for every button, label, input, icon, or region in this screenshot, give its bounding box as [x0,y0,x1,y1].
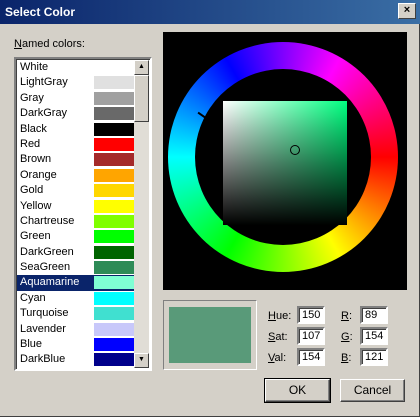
arrow-down-icon: ▼ [138,356,145,363]
list-item[interactable]: DarkGreen [17,245,136,260]
red-label: R: [341,310,353,322]
blue-field[interactable]: 121 [360,348,388,366]
list-item[interactable]: Gray [17,91,136,106]
color-name: Gray [20,91,44,104]
saturation-value-square[interactable] [223,101,347,225]
green-label: G: [341,331,353,343]
close-button[interactable]: × [398,3,416,19]
color-name: DarkGray [20,107,68,120]
color-name: SeaGreen [20,261,71,274]
color-name: White [20,61,49,73]
color-name: LightGray [20,76,68,89]
color-name: Black [20,122,47,135]
color-swatch [94,291,134,305]
color-name: Gold [20,184,44,197]
color-swatch [94,338,134,352]
sat-label: Sat: [268,331,288,343]
color-swatch [94,122,134,136]
vertical-scrollbar[interactable]: ▲ ▼ [134,60,149,368]
color-name: Blue [20,338,43,351]
val-field[interactable]: 154 [297,348,325,366]
color-name: Green [20,230,51,243]
green-field[interactable]: 154 [360,327,388,345]
color-swatch [94,322,134,336]
list-item[interactable]: Brown [17,152,136,167]
hue-label: Hue: [268,310,292,322]
list-item[interactable]: LightGray [17,75,136,90]
scroll-thumb[interactable] [134,75,149,122]
arrow-up-icon: ▲ [138,63,145,70]
scroll-down-button[interactable]: ▼ [134,353,149,368]
sat-field[interactable]: 107 [297,327,325,345]
list-item[interactable]: Yellow [17,199,136,214]
list-item[interactable]: DarkGray [17,106,136,121]
list-item[interactable]: Aquamarine [17,275,136,291]
color-preview-swatch [169,307,251,363]
color-name: DarkBlue [20,353,66,366]
color-swatch [94,61,134,74]
close-icon: × [403,4,411,16]
color-swatch [94,153,134,167]
color-swatch [94,184,134,198]
color-swatch [94,307,134,321]
color-swatch [94,76,134,90]
blue-label: B: [341,352,352,364]
list-item[interactable]: Chartreuse [17,214,136,229]
list-item[interactable]: Cyan [17,291,136,306]
color-swatch [94,245,134,259]
title-bar[interactable]: Select Color × [0,0,420,24]
saturation-value-marker[interactable] [290,145,300,155]
hue-field[interactable]: 150 [297,306,325,324]
color-swatch [94,230,134,244]
red-field[interactable]: 89 [360,306,388,324]
ok-button[interactable]: OK [264,378,331,403]
scroll-up-button[interactable]: ▲ [134,60,149,75]
color-name: Cyan [20,291,46,304]
color-swatch [94,214,134,228]
color-swatch [94,353,134,367]
list-item[interactable]: White [17,60,136,75]
color-name: Yellow [20,199,52,212]
named-colors-list[interactable]: White LightGray Gray DarkGray Black Red Brown O… [14,57,152,371]
list-item[interactable]: Green [17,229,136,244]
color-name: Turquoise [20,307,69,320]
color-name: Brown [20,153,52,166]
list-item[interactable]: DarkBlue [17,352,136,367]
cancel-button[interactable]: Cancel [340,379,405,402]
list-item[interactable]: Orange [17,168,136,183]
color-swatch [94,137,134,151]
color-wheel-panel[interactable] [163,32,407,290]
val-label: Val: [268,352,287,364]
color-swatch [94,107,134,121]
color-swatch [94,168,134,182]
list-item[interactable]: Blue [17,337,136,352]
named-colors-label: Named colors: [14,38,85,50]
color-swatch [94,276,134,290]
list-item[interactable]: Red [17,137,136,152]
color-name: Red [20,137,41,150]
list-item[interactable]: Lavender [17,322,136,337]
color-name: Orange [20,168,57,181]
list-item[interactable]: Turquoise [17,306,136,321]
window-title: Select Color [5,5,76,19]
list-item[interactable]: SeaGreen [17,260,136,275]
color-name: DarkGreen [20,245,74,258]
color-swatch [94,91,134,105]
color-swatch [94,261,134,275]
color-preview-frame [163,300,257,370]
color-name: Aquamarine [20,276,80,289]
list-item[interactable]: Gold [17,183,136,198]
named-colors-items: White LightGray Gray DarkGray Black Red Brown O… [17,60,136,368]
list-item[interactable]: Black [17,122,136,137]
color-name: Lavender [20,322,66,335]
color-name: Chartreuse [20,214,75,227]
color-swatch [94,199,134,213]
select-color-dialog: Select Color × Named colors: White LightG… [0,0,420,417]
